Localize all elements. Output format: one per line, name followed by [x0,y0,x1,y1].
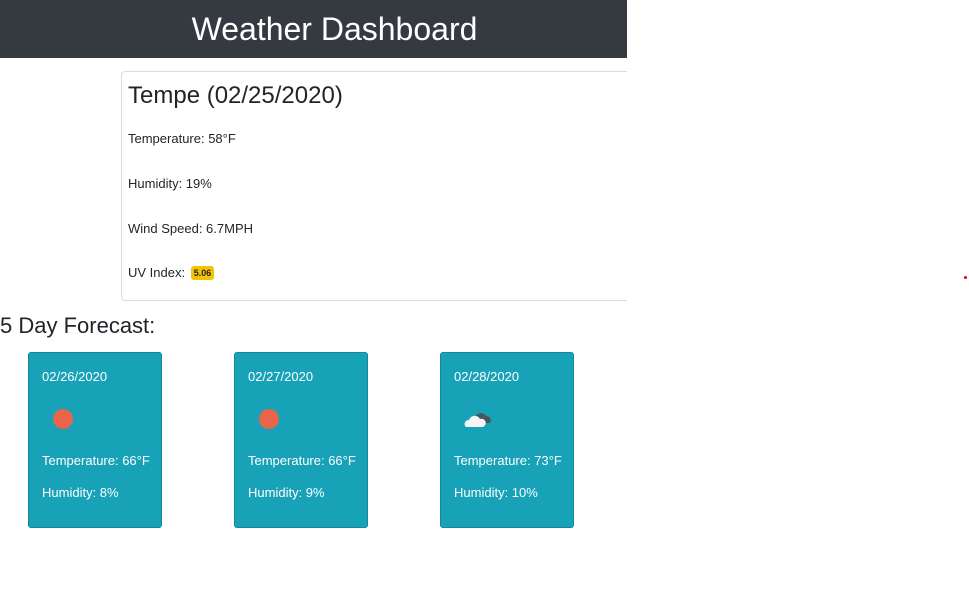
forecast-humidity: Humidity: 9% [248,485,325,500]
forecast-humidity: Humidity: 8% [42,485,119,500]
forecast-date: 02/28/2020 [454,369,520,384]
cursor-marker [964,276,967,279]
current-humidity: Humidity: 19% [128,176,212,191]
uv-index-badge: 5.06 [190,266,215,280]
forecast-temperature: Temperature: 66°F [248,453,356,468]
forecast-humidity: Humidity: 10% [454,485,538,500]
page-title: Weather Dashboard [191,11,478,47]
cloudy-icon [461,405,491,433]
uv-index-label: UV Index: [128,265,186,280]
clear-sun-icon [255,405,283,433]
clear-sun-icon [49,405,77,433]
forecast-date: 02/27/2020 [248,369,314,384]
current-uv-index: UV Index: 5.06 [128,265,215,280]
current-weather-card: Tempe (02/25/2020) Temperature: 58°F Hum… [121,71,627,301]
forecast-card: 02/27/2020 Temperature: 66°F Humidity: 9… [234,352,368,528]
forecast-temperature: Temperature: 73°F [454,453,562,468]
forecast-heading: 5 Day Forecast: [0,313,156,338]
forecast-date: 02/26/2020 [42,369,108,384]
forecast-card: 02/28/2020 Temperature: 73°F Humidity: 1… [440,352,574,528]
header-bar: Weather Dashboard [0,0,627,58]
city-date-heading: Tempe (02/25/2020) [128,82,343,109]
forecast-temperature: Temperature: 66°F [42,453,150,468]
forecast-card: 02/26/2020 Temperature: 66°F Humidity: 8… [28,352,162,528]
current-temperature: Temperature: 58°F [128,131,236,146]
current-wind-speed: Wind Speed: 6.7MPH [128,221,254,236]
